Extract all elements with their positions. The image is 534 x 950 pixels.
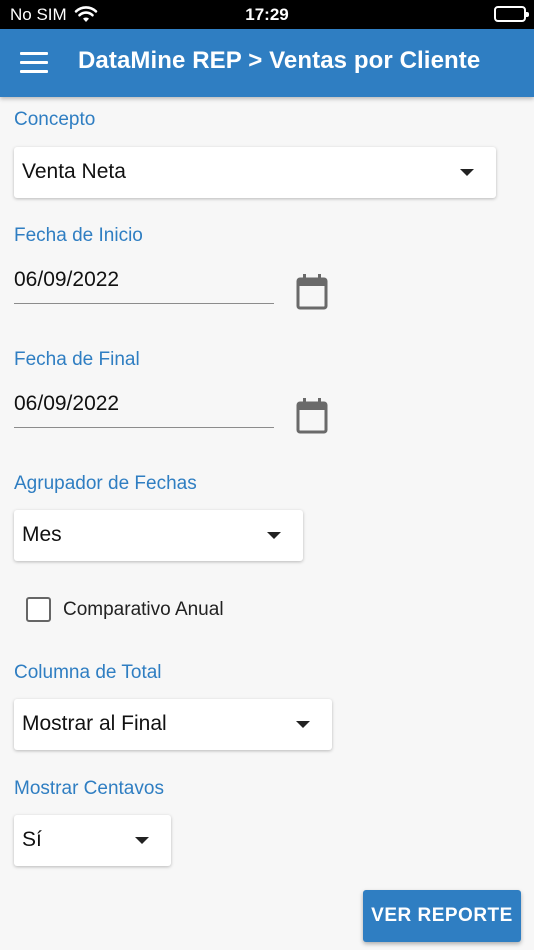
columna-total-select[interactable]: Mostrar al Final [14,699,332,750]
centavos-label: Mostrar Centavos [14,778,164,799]
concepto-value: Venta Neta [22,160,126,183]
centavos-select[interactable]: Sí [14,815,171,866]
centavos-value: Sí [22,828,42,851]
concepto-label: Concepto [14,109,96,130]
calendar-icon[interactable] [296,274,328,310]
agrupador-label: Agrupador de Fechas [14,473,197,494]
dropdown-arrow-icon [135,837,149,844]
app-bar: DataMine REP > Ventas por Cliente [0,29,534,97]
status-time: 17:29 [245,5,289,24]
dropdown-arrow-icon [460,169,474,176]
agrupador-value: Mes [22,523,62,546]
dropdown-arrow-icon [267,532,281,539]
fecha-inicio-value: 06/09/2022 [14,268,120,291]
status-bar: No SIM 17:29 [0,0,534,29]
menu-icon[interactable] [20,51,48,75]
fecha-inicio-label: Fecha de Inicio [14,225,143,246]
fecha-final-label: Fecha de Final [14,349,140,370]
ver-reporte-button[interactable]: VER REPORTE [363,890,521,942]
fecha-inicio-input[interactable]: 06/09/2022 [14,264,274,304]
fecha-final-input[interactable]: 06/09/2022 [14,388,274,428]
dropdown-arrow-icon [296,721,310,728]
battery-icon [494,6,529,22]
fecha-final-value: 06/09/2022 [14,392,120,415]
columna-total-value: Mostrar al Final [22,712,167,735]
comparativo-anual-label: Comparativo Anual [63,599,224,620]
page-title: DataMine REP > Ventas por Cliente [78,47,481,74]
calendar-icon[interactable] [296,398,328,434]
concepto-select[interactable]: Venta Neta [14,147,496,198]
columna-total-label: Columna de Total [14,662,162,683]
agrupador-select[interactable]: Mes [14,510,303,561]
checkbox-icon[interactable] [26,597,51,622]
